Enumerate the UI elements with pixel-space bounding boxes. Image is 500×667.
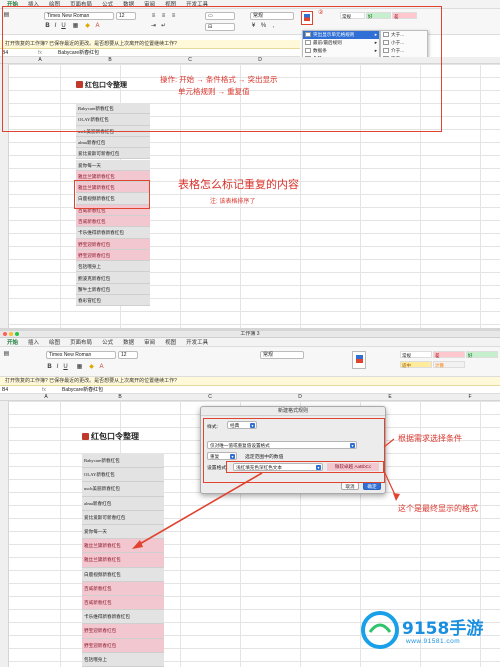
site-logo	[361, 611, 399, 649]
arrow-head-duplicates	[132, 540, 143, 549]
screenshot-panel-conditional-format-menu: 开始 插入 绘图 页面布局 公式 数据 审阅 视图 开发工具 ▤ Times New Roman…	[0, 0, 500, 328]
table-cell[interactable]: 鲍波克新春红包	[76, 272, 150, 284]
duplicate-cell[interactable]: 野宝迎新春红包	[76, 249, 150, 262]
duplicate-highlight-frame	[74, 180, 150, 209]
table-cell[interactable]: 爱你每一天	[76, 159, 150, 171]
table-cell[interactable]: 爱比爱斯可新春红包	[76, 148, 150, 160]
operation-note-line1: 操作: 开始 → 条件格式 → 突出显示	[160, 75, 278, 84]
arrow-to-duplicates	[137, 472, 263, 546]
question-heading: 表格怎么标记重复的内容	[178, 179, 299, 191]
outline-ribbon-callout	[2, 6, 442, 132]
duplicate-cell[interactable]: 野宝迎新春红包	[76, 238, 150, 250]
table-cell[interactable]: 包括哦身上	[76, 261, 150, 273]
operation-note-line2: 单元格规则 → 重复值	[178, 87, 250, 96]
arrow-to-format-note	[383, 470, 397, 498]
table-cell[interactable]: alma新春红包	[76, 136, 150, 149]
duplicate-cell[interactable]: 百威新春红包	[76, 216, 150, 228]
arrow-head-format	[393, 493, 400, 501]
arrow-to-condition-note	[383, 438, 395, 448]
watermark-url: www.91581.com	[406, 638, 461, 645]
sorted-note: 注: 该表格排序了	[210, 199, 256, 205]
table-cell[interactable]: 春彩冒红包	[76, 295, 150, 307]
watermark-brand: 9158手游	[402, 619, 484, 639]
table-cell[interactable]: 卡乐维得新春新春红包	[76, 227, 150, 239]
table-cell[interactable]: 蟹牛土新春红包	[76, 283, 150, 296]
watermark: 9158手游 www.91581.com	[360, 606, 500, 667]
